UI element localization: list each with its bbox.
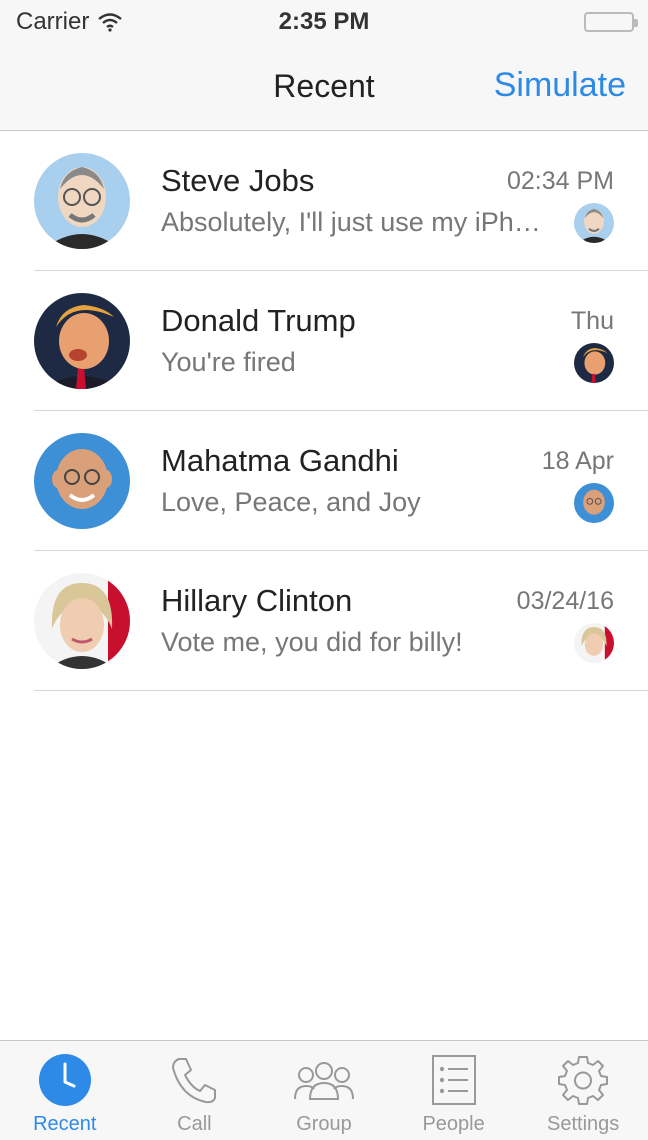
battery-icon (584, 12, 638, 32)
message-time: Thu (570, 307, 614, 335)
tab-label: People (422, 1113, 485, 1135)
mahatma-gandhi-mini-avatar (574, 483, 614, 523)
tab-label: Recent (33, 1113, 97, 1135)
tab-label: Group (296, 1113, 352, 1135)
phone-icon (172, 1058, 217, 1104)
donald-trump-mini-avatar (574, 343, 614, 383)
hillary-clinton-mini-avatar (574, 623, 614, 663)
message-time: 02:34 PM (506, 167, 614, 195)
list-icon (431, 1055, 476, 1105)
tab-group[interactable]: Group (259, 1041, 389, 1140)
steve-jobs-avatar (34, 153, 130, 249)
status-time: 2:35 PM (278, 8, 370, 35)
message-preview: Absolutely, I'll just use my iPhone (161, 207, 551, 237)
row-divider (34, 690, 648, 691)
status-bar: Carrier 2:35 PM (0, 0, 648, 44)
tab-label: Call (177, 1113, 212, 1135)
tab-label: Settings (547, 1113, 620, 1135)
tab-call[interactable]: Call (130, 1041, 260, 1140)
contact-name: Mahatma Gandhi (161, 443, 399, 478)
tab-settings[interactable]: Settings (518, 1041, 648, 1140)
contact-name: Donald Trump (161, 303, 356, 338)
contact-name: Steve Jobs (161, 163, 315, 198)
mahatma-gandhi-avatar (34, 433, 130, 529)
steve-jobs-mini-avatar (574, 203, 614, 243)
clock-icon (38, 1054, 91, 1106)
tab-recent[interactable]: Recent (0, 1041, 130, 1140)
message-preview: You're fired (161, 347, 296, 377)
conversation-row-steve-jobs[interactable]: Steve Jobs Absolutely, I'll just use my … (0, 131, 648, 271)
conversation-row-mahatma-gandhi[interactable]: Mahatma Gandhi Love, Peace, and Joy 18 A… (0, 411, 648, 551)
hillary-clinton-avatar (34, 573, 130, 669)
message-preview: Vote me, you did for billy! (161, 627, 463, 657)
message-preview: Love, Peace, and Joy (161, 487, 421, 517)
simulate-button[interactable]: Simulate (494, 66, 626, 105)
message-time: 18 Apr (541, 447, 614, 475)
navigation-bar: Recent Simulate (0, 44, 648, 131)
group-icon (293, 1062, 354, 1100)
tab-bar: Recent Call Group People Settings (0, 1040, 648, 1140)
conversation-row-hillary-clinton[interactable]: Hillary Clinton Vote me, you did for bil… (0, 551, 648, 691)
conversation-row-donald-trump[interactable]: Donald Trump You're fired Thu (0, 271, 648, 411)
conversation-list: Steve Jobs Absolutely, I'll just use my … (0, 131, 648, 691)
tab-people[interactable]: People (389, 1041, 519, 1140)
gear-icon (558, 1056, 609, 1105)
message-time: 03/24/16 (516, 587, 614, 615)
donald-trump-avatar (34, 293, 130, 389)
contact-name: Hillary Clinton (161, 583, 353, 618)
